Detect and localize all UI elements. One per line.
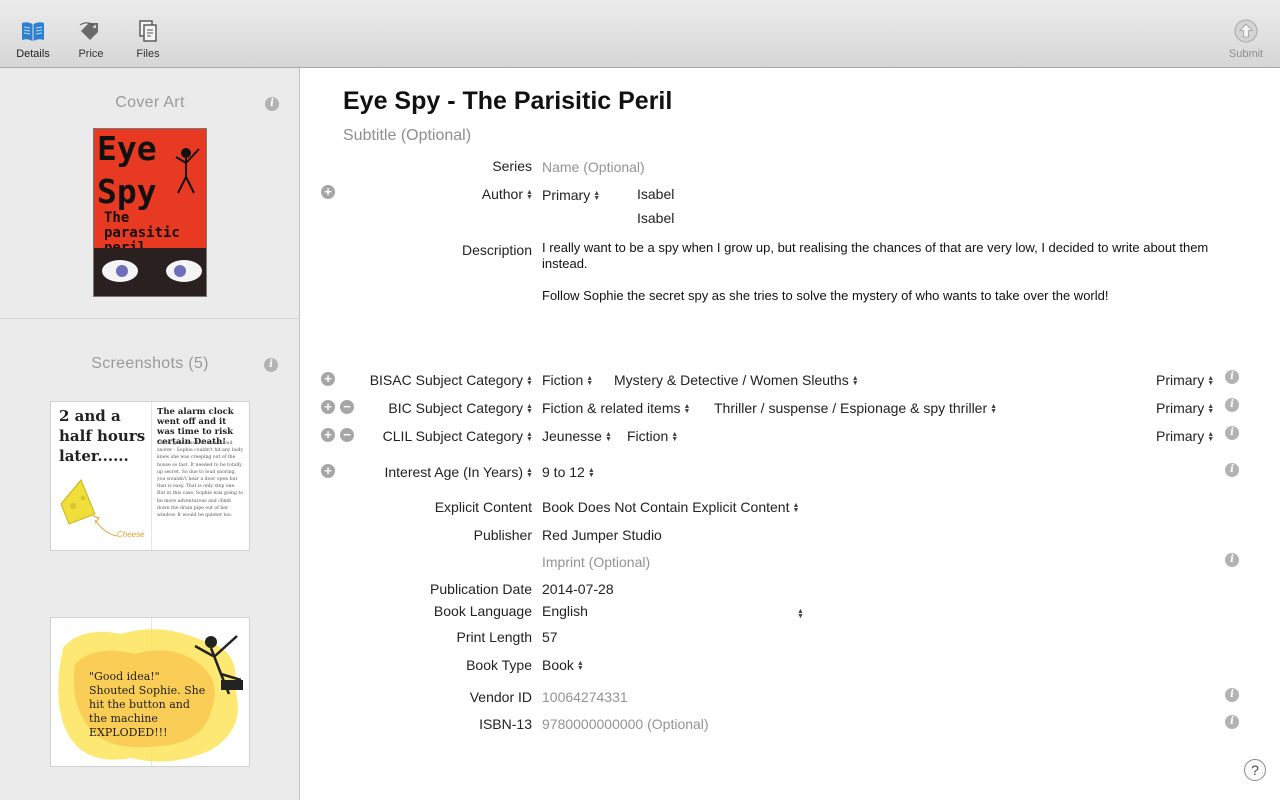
author-label[interactable]: Author ▲ ▼ <box>482 186 533 202</box>
bisac-label-select[interactable]: BISAC Subject Category ▲ ▼ <box>370 372 533 388</box>
bisac-category-select[interactable]: Fiction ▲ ▼ <box>542 372 593 388</box>
clil-category-select[interactable]: Jeunesse ▲ ▼ <box>542 428 612 444</box>
screenshot-text: "Good idea!" Shouted Sophie. She hit the… <box>89 670 206 739</box>
vendor-id-field[interactable]: 10064274331 <box>542 689 628 705</box>
bic-rank-select[interactable]: Primary ▲ ▼ <box>1156 400 1214 416</box>
author-role-select[interactable]: Primary ▲ ▼ <box>542 187 600 203</box>
bisac-subcategory-select[interactable]: Mystery & Detective / Women Sleuths ▲ ▼ <box>614 372 859 388</box>
cover-title-line: Spy <box>97 172 157 211</box>
bic-label-select[interactable]: BIC Subject Category ▲ ▼ <box>388 400 533 416</box>
publication-date-label: Publication Date <box>430 581 532 597</box>
screenshot-text: 2 and a half hours later...... <box>59 407 146 465</box>
help-icon[interactable]: ? <box>1244 759 1266 781</box>
details-tab[interactable]: Details <box>3 14 63 64</box>
cover-title-line: Eye <box>97 129 157 168</box>
bisac-rank-select[interactable]: Primary ▲ ▼ <box>1156 372 1214 388</box>
bic-subcategory-select[interactable]: Thriller / suspense / Espionage & spy th… <box>714 400 997 416</box>
toolbar: Details Price Files Submit <box>0 0 1280 68</box>
add-bic-plus-icon[interactable]: + <box>321 400 335 414</box>
description-label: Description <box>461 242 532 258</box>
submit-button[interactable]: Submit <box>1216 14 1276 64</box>
publisher-field[interactable]: Red Jumper Studio <box>542 527 662 543</box>
interest-age-info-icon[interactable]: i <box>1225 463 1239 477</box>
screenshot-thumbnail[interactable]: 2 and a half hours later...... Cheese Th… <box>50 401 250 551</box>
spy-figure-drawing <box>175 148 200 194</box>
author-name-field[interactable]: Isabel <box>637 210 674 226</box>
isbn-field[interactable]: 9780000000000 (Optional) <box>542 716 709 732</box>
price-tab[interactable]: Price <box>61 14 121 64</box>
print-length-field[interactable]: 57 <box>542 629 558 645</box>
clil-info-icon[interactable]: i <box>1225 426 1239 440</box>
bic-info-icon[interactable]: i <box>1225 398 1239 412</box>
print-length-label: Print Length <box>456 629 533 645</box>
cheese-label: Cheese <box>117 530 145 539</box>
bisac-info-icon[interactable]: i <box>1225 370 1239 384</box>
publisher-label: Publisher <box>473 527 532 543</box>
series-field[interactable]: Name (Optional) <box>542 159 645 175</box>
clil-label-select[interactable]: CLIL Subject Category ▲ ▼ <box>383 428 533 444</box>
publication-date-field[interactable]: 2014-07-28 <box>542 581 614 597</box>
files-icon <box>139 20 157 42</box>
author-name-field[interactable]: Isabel <box>637 186 674 202</box>
cover-art-info-icon[interactable]: i <box>265 97 279 111</box>
book-language-select[interactable]: English ▲ ▼ <box>542 603 804 620</box>
screenshots-info-icon[interactable]: i <box>264 358 278 372</box>
cover-title-line: The <box>104 210 130 226</box>
price-tab-label: Price <box>78 48 104 60</box>
submit-label: Submit <box>1228 48 1264 60</box>
book-title-field[interactable]: Eye Spy - The Parisitic Peril <box>343 87 672 116</box>
sidebar-divider <box>0 318 300 319</box>
isbn-info-icon[interactable]: i <box>1225 715 1239 729</box>
remove-clil-minus-icon[interactable]: − <box>340 428 354 442</box>
files-tab[interactable]: Files <box>118 14 178 64</box>
cover-eyes <box>94 248 206 296</box>
add-bisac-plus-icon[interactable]: + <box>321 372 335 386</box>
imprint-field[interactable]: Imprint (Optional) <box>542 554 650 570</box>
files-tab-label: Files <box>136 48 160 60</box>
description-paragraph: Follow Sophie the secret spy as she trie… <box>542 288 1109 303</box>
vendor-id-info-icon[interactable]: i <box>1225 688 1239 702</box>
imprint-info-icon[interactable]: i <box>1225 553 1239 567</box>
description-field[interactable]: I really want to be a spy when I grow up… <box>542 240 1222 304</box>
book-icon <box>22 22 44 41</box>
clil-subcategory-select[interactable]: Fiction ▲ ▼ <box>627 428 678 444</box>
add-author-plus-icon[interactable]: + <box>321 185 335 199</box>
book-type-label: Book Type <box>466 657 532 673</box>
interest-age-select[interactable]: 9 to 12 ▲ ▼ <box>542 464 595 480</box>
explicit-content-select[interactable]: Book Does Not Contain Explicit Content ▲ ▼ <box>542 499 799 515</box>
screenshots-title: Screenshots (5) <box>91 355 209 372</box>
price-tag-icon <box>79 22 98 40</box>
book-language-label: Book Language <box>433 603 532 619</box>
book-type-select[interactable]: Book ▲ ▼ <box>542 657 584 673</box>
screenshot-thumbnail[interactable]: "Good idea!" Shouted Sophie. She hit the… <box>50 617 250 767</box>
details-tab-label: Details <box>16 48 50 60</box>
series-label: Series <box>492 158 532 174</box>
details-form: Eye Spy - The Parisitic Peril Subtitle (… <box>301 68 1280 800</box>
cover-title-line: parasitic <box>104 225 180 241</box>
bic-category-select[interactable]: Fiction & related items ▲ ▼ <box>542 400 690 416</box>
vendor-id-label: Vendor ID <box>469 689 532 705</box>
interest-age-label-select[interactable]: Interest Age (In Years) ▲ ▼ <box>384 464 532 480</box>
sidebar: Cover Art i Eye Spy The parasitic peril … <box>0 68 300 800</box>
add-clil-plus-icon[interactable]: + <box>321 428 335 442</box>
clil-rank-select[interactable]: Primary ▲ ▼ <box>1156 428 1214 444</box>
add-interest-age-plus-icon[interactable]: + <box>321 464 335 478</box>
cover-art-title: Cover Art <box>115 94 185 111</box>
description-paragraph: I really want to be a spy when I grow up… <box>542 240 1209 271</box>
cover-art-image[interactable]: Eye Spy The parasitic peril <box>93 128 207 297</box>
remove-bic-minus-icon[interactable]: − <box>340 400 354 414</box>
subtitle-field[interactable]: Subtitle (Optional) <box>343 127 471 145</box>
isbn-label: ISBN-13 <box>479 716 532 732</box>
screenshot-text: Thank goodness Lola was a loud snorer - … <box>157 441 244 519</box>
submit-arrow-icon <box>1234 19 1258 43</box>
explicit-content-label: Explicit Content <box>434 499 532 515</box>
